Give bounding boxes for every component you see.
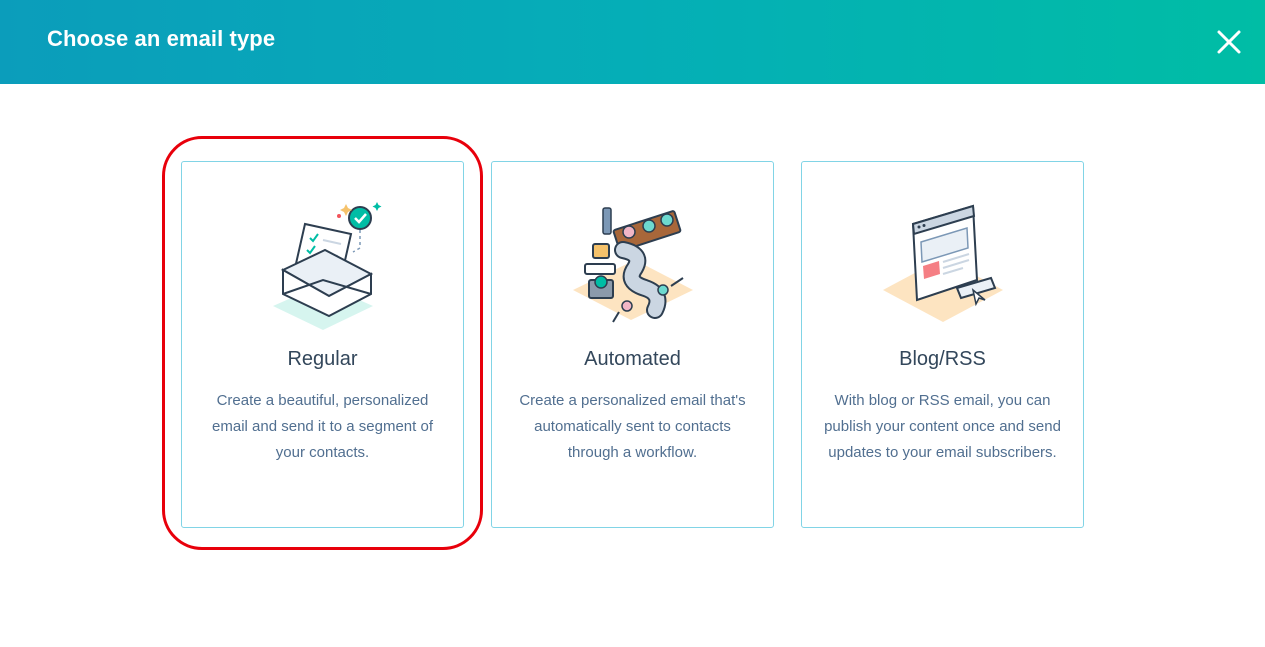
- card-title: Blog/RSS: [899, 348, 986, 370]
- dialog-header: Choose an email type: [0, 0, 1265, 84]
- dialog-title: Choose an email type: [47, 26, 276, 51]
- workflow-machine-illustration: [492, 194, 773, 334]
- card-description: With blog or RSS email, you can publish …: [824, 392, 1061, 461]
- browser-window-illustration: [802, 194, 1083, 334]
- envelope-checklist-illustration: [182, 194, 463, 334]
- close-button[interactable]: [1211, 24, 1247, 60]
- email-type-card-automated[interactable]: Automated Create a personalized email th…: [491, 161, 774, 528]
- card-title: Automated: [584, 348, 681, 370]
- card-description: Create a personalized email that's autom…: [519, 392, 746, 461]
- close-icon: [1217, 30, 1241, 54]
- card-title: Regular: [287, 348, 358, 370]
- email-type-card-blog-rss[interactable]: Blog/RSS With blog or RSS email, you can…: [801, 161, 1084, 528]
- email-type-card-regular[interactable]: Regular Create a beautiful, personalized…: [181, 161, 464, 528]
- card-description: Create a beautiful, personalized email a…: [212, 392, 433, 461]
